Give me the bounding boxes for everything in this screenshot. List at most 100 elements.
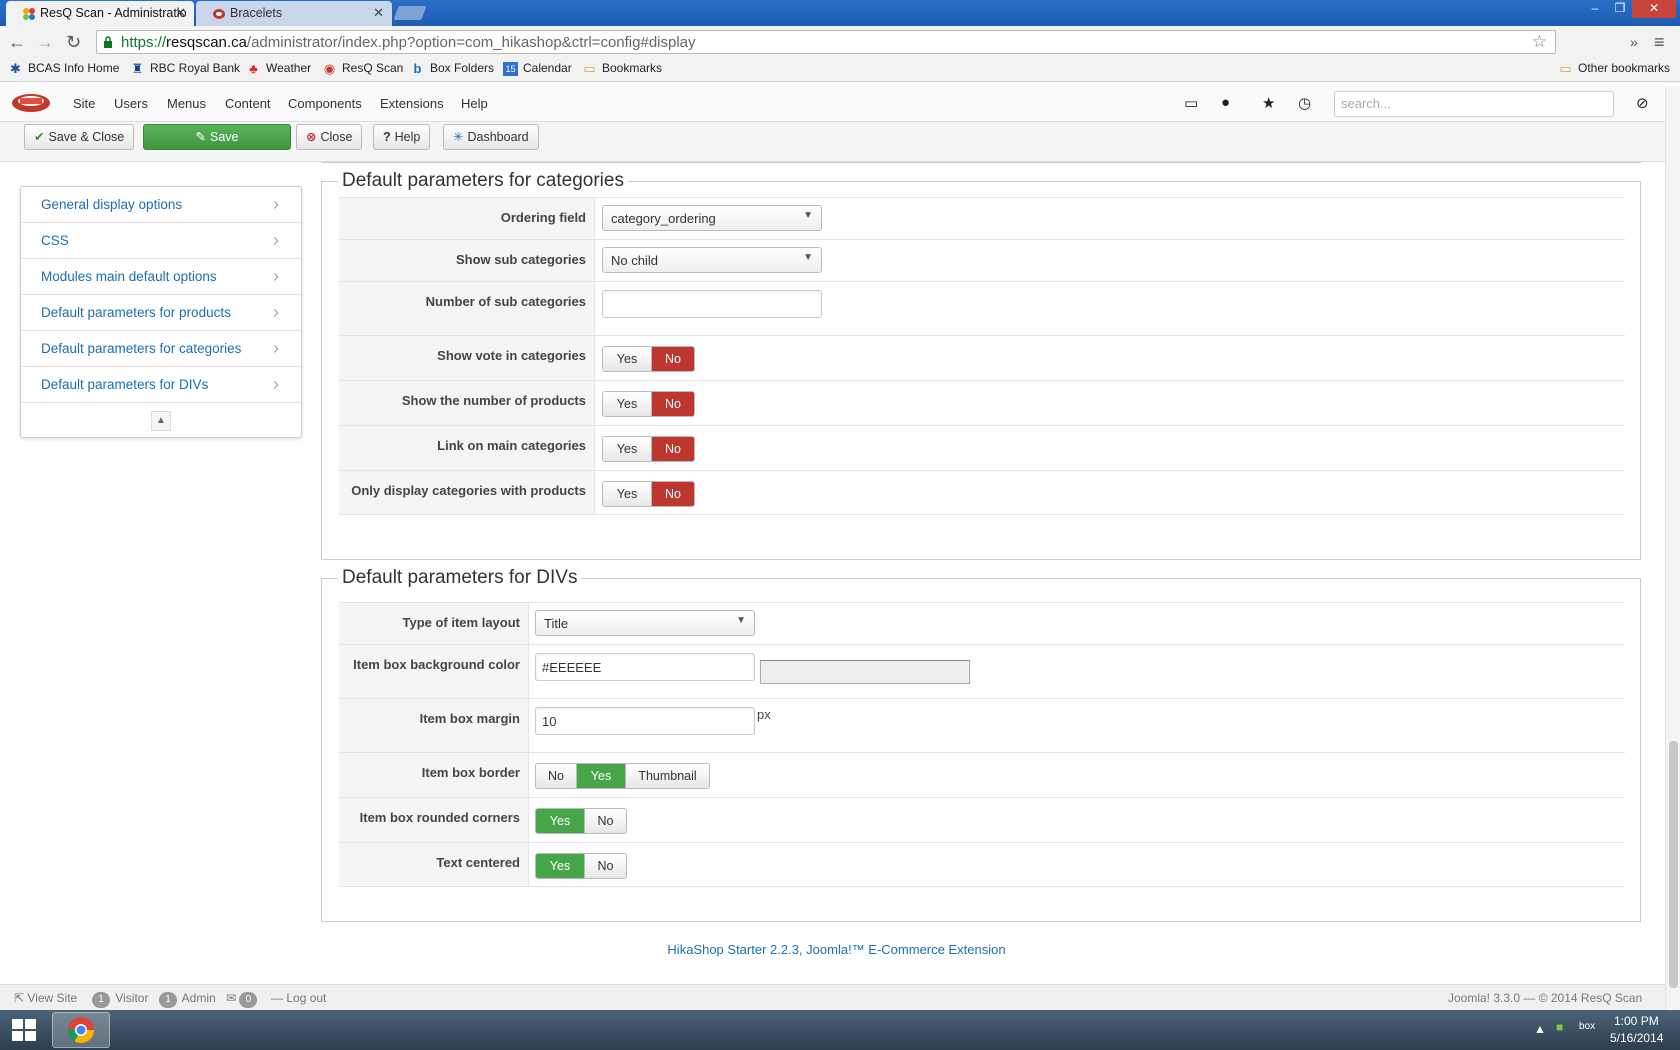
admin-search-input[interactable]: search... — [1334, 91, 1614, 117]
help-button[interactable]: ? Help — [373, 124, 431, 150]
sidebar-item-products[interactable]: Default parameters for products › — [21, 295, 301, 331]
save-button[interactable]: ✎ Save — [143, 124, 291, 150]
thumbnail-option[interactable]: Thumbnail — [626, 764, 709, 788]
no-option[interactable]: No — [585, 854, 626, 878]
no-option[interactable]: No — [652, 392, 694, 416]
layout-select[interactable]: Title ▼ — [535, 610, 755, 636]
back-icon[interactable]: ← — [8, 32, 26, 53]
user-icon[interactable]: ● — [1221, 94, 1230, 111]
num-sub-input[interactable] — [602, 290, 822, 318]
monitor-icon[interactable]: ▭ — [1184, 94, 1198, 112]
new-tab-button[interactable] — [393, 6, 427, 20]
bg-color-input[interactable]: #EEEEEE — [535, 653, 755, 681]
tab-bracelets[interactable]: Bracelets ✕ — [196, 1, 392, 26]
show-vote-toggle[interactable]: Yes No — [602, 346, 695, 372]
scroll-up-icon[interactable]: ▲ — [151, 411, 171, 431]
yes-option[interactable]: Yes — [536, 809, 585, 833]
yes-option[interactable]: Yes — [577, 764, 626, 788]
bookmark-box[interactable]: b Box Folders — [410, 61, 495, 76]
clock-time[interactable]: 1:00 PM — [1614, 1014, 1659, 1028]
joomla-status-icon[interactable]: ⊘ — [1636, 94, 1649, 112]
link-main-toggle[interactable]: Yes No — [602, 436, 695, 462]
bookmark-rbc[interactable]: ♜ RBC Royal Bank — [130, 61, 240, 76]
yes-option[interactable]: Yes — [536, 854, 585, 878]
forward-icon[interactable]: → — [36, 32, 54, 53]
centered-toggle[interactable]: Yes No — [535, 853, 627, 879]
sidebar-item-general[interactable]: General display options › — [21, 187, 301, 223]
yes-option[interactable]: Yes — [603, 437, 652, 461]
yes-option[interactable]: Yes — [603, 347, 652, 371]
menu-site[interactable]: Site — [73, 96, 95, 111]
menu-icon[interactable]: ≡ — [1654, 32, 1665, 53]
clock-date[interactable]: 5/16/2014 — [1610, 1031, 1663, 1045]
tab-resq-scan[interactable]: ResQ Scan - Administratio ✕ — [6, 1, 194, 26]
menu-extensions[interactable]: Extensions — [380, 96, 444, 111]
rounded-toggle[interactable]: Yes No — [535, 808, 627, 834]
box-sync-icon[interactable]: box — [1579, 1021, 1595, 1032]
no-option[interactable]: No — [652, 482, 694, 506]
hikashop-credit-link[interactable]: HikaShop Starter 2.2.3, Joomla!™ E-Comme… — [0, 942, 1665, 957]
only-display-toggle[interactable]: Yes No — [602, 481, 695, 507]
logout-link[interactable]: — Log out — [271, 991, 326, 1005]
chrome-taskbar-button[interactable] — [52, 1012, 110, 1048]
caret-down-icon: ▼ — [736, 615, 746, 626]
no-option[interactable]: No — [652, 347, 694, 371]
url-input[interactable]: https://resqscan.ca/administrator/index.… — [96, 30, 1556, 54]
sidebar-item-css[interactable]: CSS › — [21, 223, 301, 259]
view-site-link[interactable]: ⇱ View Site — [14, 991, 77, 1005]
no-option[interactable]: No — [652, 437, 694, 461]
config-sidebar: General display options › CSS › Modules ma… — [20, 186, 302, 438]
show-number-toggle[interactable]: Yes No — [602, 391, 695, 417]
yes-option[interactable]: Yes — [603, 392, 652, 416]
other-bookmarks[interactable]: ▭ Other bookmarks — [1558, 61, 1670, 76]
star-icon[interactable]: ★ — [1262, 94, 1275, 112]
bookmark-resq[interactable]: ◉ ResQ Scan — [322, 61, 404, 76]
menu-menus[interactable]: Menus — [167, 96, 206, 111]
bookmark-calendar[interactable]: 15 Calendar — [503, 61, 572, 76]
messages-status[interactable]: ✉ 0 — [226, 991, 259, 1008]
bookmark-bcas[interactable]: ✱ BCAS Info Home — [8, 61, 119, 76]
sidebar-item-categories[interactable]: Default parameters for categories › — [21, 331, 301, 367]
show-sub-select[interactable]: No child ▼ — [602, 247, 822, 273]
margin-input[interactable]: 10 — [535, 707, 755, 735]
resq-logo-icon[interactable] — [10, 90, 52, 114]
margin-label: Item box margin — [339, 699, 529, 752]
bookmark-weather[interactable]: ♣ Weather — [246, 61, 311, 76]
sidebar-item-modules[interactable]: Modules main default options › — [21, 259, 301, 295]
close-tab-icon[interactable]: ✕ — [373, 1, 384, 25]
menu-content[interactable]: Content — [225, 96, 271, 111]
windows-start-icon[interactable] — [6, 1015, 42, 1045]
bookmark-star-icon[interactable]: ☆ — [1532, 32, 1547, 52]
no-option[interactable]: No — [536, 764, 577, 788]
no-option[interactable]: No — [585, 809, 626, 833]
restore-icon[interactable]: ❐ — [1607, 0, 1633, 18]
clock-icon[interactable]: ◷ — [1298, 94, 1311, 112]
border-toggle[interactable]: No Yes Thumbnail — [535, 763, 710, 789]
page-scrollbar[interactable] — [1665, 86, 1680, 1010]
save-close-button[interactable]: ✔ Save & Close — [24, 124, 135, 150]
yes-option[interactable]: Yes — [603, 482, 652, 506]
menu-components[interactable]: Components — [288, 96, 362, 111]
show-hidden-icons[interactable]: ▲ — [1534, 1022, 1546, 1036]
tray-app-icon[interactable]: ■ — [1556, 1020, 1563, 1034]
minimize-icon[interactable]: – — [1582, 0, 1608, 18]
extensions-chevron-icon[interactable]: » — [1630, 34, 1638, 50]
rbc-icon: ♜ — [131, 61, 144, 76]
reload-icon[interactable]: ↻ — [66, 32, 81, 53]
border-label: Item box border — [339, 753, 529, 797]
sidebar-item-divs[interactable]: Default parameters for DIVs › — [21, 367, 301, 403]
menu-users[interactable]: Users — [114, 96, 148, 111]
close-tab-icon[interactable]: ✕ — [175, 1, 186, 25]
window-close-icon[interactable]: ✕ — [1632, 0, 1676, 18]
show-number-label: Show the number of products — [339, 381, 595, 425]
bookmark-folder[interactable]: ▭ Bookmarks — [582, 61, 662, 76]
dashboard-button[interactable]: ✳ Dashboard — [443, 124, 539, 150]
close-button[interactable]: ⊗ Close — [296, 124, 363, 150]
rounded-label: Item box rounded corners — [339, 798, 529, 842]
menu-help[interactable]: Help — [461, 96, 488, 111]
color-swatch[interactable] — [760, 660, 970, 684]
edit-icon: ✎ — [195, 130, 206, 144]
windows-taskbar: ▲ ■ box 1:00 PM 5/16/2014 — [0, 1010, 1680, 1050]
ordering-field-select[interactable]: category_ordering ▼ — [602, 205, 822, 231]
scrollbar-thumb[interactable] — [1669, 741, 1678, 988]
